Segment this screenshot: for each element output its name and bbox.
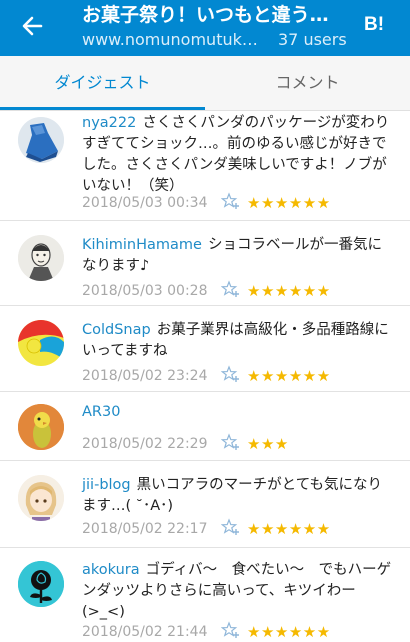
hatena-b-icon: B!	[364, 14, 385, 35]
comment-body: jii-blog 黒いコアラのマーチがとても気になります…( ˘･A･)	[82, 475, 394, 517]
site-domain: www.nomunomutuk…	[82, 30, 258, 49]
tab-digest[interactable]: ダイジェスト	[0, 56, 205, 110]
page-title: お菓子祭り！いつもと違う…	[82, 4, 329, 26]
colorful-circle-icon	[18, 320, 64, 366]
hatena-bookmark-button[interactable]: B!	[364, 12, 392, 38]
comment-meta: 2018/05/02 22:17 ★★★★★★	[82, 517, 394, 539]
comment-meta: 2018/05/02 23:24 ★★★★★★	[82, 364, 394, 386]
comment-meta: 2018/05/02 22:29 ★★★	[82, 432, 394, 454]
portrait-sketch-icon	[18, 235, 64, 281]
list-item: AR30 2018/05/02 22:29 ★★★	[0, 392, 410, 460]
timestamp: 2018/05/02 23:24	[82, 368, 208, 384]
star-rating: ★★★★★★	[247, 367, 331, 385]
timestamp: 2018/05/02 22:29	[82, 436, 208, 452]
tab-bar: ダイジェスト コメント	[0, 56, 410, 111]
add-star-icon[interactable]	[221, 364, 241, 384]
username[interactable]: ColdSnap	[82, 322, 151, 338]
avatar[interactable]	[18, 475, 64, 521]
avatar[interactable]	[18, 404, 64, 450]
add-star-icon[interactable]	[221, 517, 241, 537]
add-star-icon[interactable]	[221, 432, 241, 452]
blue-dress-photo-icon	[18, 117, 64, 163]
header-subline: www.nomunomutuk… 37 users	[82, 29, 360, 51]
avatar[interactable]	[18, 117, 64, 163]
timestamp: 2018/05/02 21:44	[82, 624, 208, 640]
anime-girl-icon	[18, 475, 64, 521]
star-rating: ★★★★★★	[247, 623, 331, 641]
add-star-icon[interactable]	[221, 279, 241, 299]
username[interactable]: nya222	[82, 115, 136, 131]
tab-comments[interactable]: コメント	[205, 56, 410, 110]
add-star-icon[interactable]	[221, 191, 241, 211]
back-button[interactable]	[14, 8, 50, 44]
comment-body: AR30	[82, 402, 394, 423]
comment-meta: 2018/05/02 21:44 ★★★★★★	[82, 620, 394, 642]
comment-meta: 2018/05/03 00:28 ★★★★★★	[82, 279, 394, 301]
avatar[interactable]	[18, 320, 64, 366]
parakeet-icon	[18, 404, 64, 450]
username[interactable]: KihiminHamame	[82, 237, 202, 253]
star-rating: ★★★★★★	[247, 282, 331, 300]
list-item: akokura ゴディバ～ 食べたい～ でもハーゲンダッツよりさらに高いって、キツ…	[0, 548, 410, 642]
add-star-icon[interactable]	[221, 620, 241, 640]
timestamp: 2018/05/03 00:34	[82, 195, 208, 211]
comment-meta: 2018/05/03 00:34 ★★★★★★	[82, 191, 394, 213]
avatar[interactable]	[18, 561, 64, 607]
back-arrow-icon	[22, 16, 43, 36]
list-item: jii-blog 黒いコアラのマーチがとても気になります…( ˘･A･) 2018…	[0, 461, 410, 547]
star-rating: ★★★★★★	[247, 194, 331, 212]
comment-body: nya222 さくさくパンダのパッケージが変わりすぎててショック…。前のゆるい感じ…	[82, 113, 394, 197]
black-rose-icon	[18, 561, 64, 607]
timestamp: 2018/05/03 00:28	[82, 283, 208, 299]
username[interactable]: akokura	[82, 562, 140, 578]
username[interactable]: AR30	[82, 404, 120, 420]
list-item: ColdSnap お菓子業界は高級化・多品種路線にいってますね 2018/05/0…	[0, 306, 410, 390]
timestamp: 2018/05/02 22:17	[82, 521, 208, 537]
comment-body: ColdSnap お菓子業界は高級化・多品種路線にいってますね	[82, 320, 394, 362]
list-item: KihiminHamame ショコラベールが一番気になります♪ 2018/05/0…	[0, 221, 410, 305]
star-rating: ★★★	[247, 435, 289, 453]
list-item: nya222 さくさくパンダのパッケージが変わりすぎててショック…。前のゆるい感じ…	[0, 111, 410, 217]
app-header: お菓子祭り！いつもと違う… www.nomunomutuk… 37 users …	[0, 0, 410, 56]
comment-body: akokura ゴディバ～ 食べたい～ でもハーゲンダッツよりさらに高いって、キツ…	[82, 560, 394, 623]
star-rating: ★★★★★★	[247, 520, 331, 538]
username[interactable]: jii-blog	[82, 477, 131, 493]
active-tab-indicator	[0, 107, 205, 110]
avatar[interactable]	[18, 235, 64, 281]
comment-body: KihiminHamame ショコラベールが一番気になります♪	[82, 235, 394, 277]
users-count[interactable]: 37 users	[278, 29, 347, 51]
